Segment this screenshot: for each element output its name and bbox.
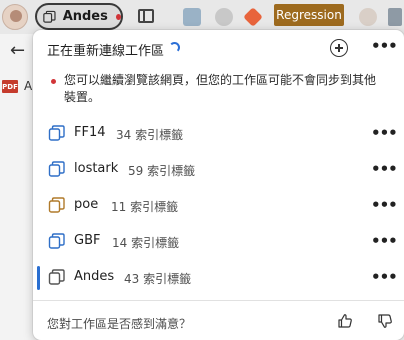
workspace-name: lostark — [74, 161, 119, 176]
selected-indicator — [37, 266, 40, 290]
loading-spinner-icon — [169, 42, 180, 53]
tab-actions-icon[interactable] — [138, 9, 154, 23]
workspace-more-button[interactable]: ••• — [371, 197, 398, 213]
workspace-tab-count: 14 索引標籤 — [112, 236, 180, 250]
workspace-row-gbf[interactable]: GBF 14 索引標籤 ••• — [33, 224, 404, 258]
sync-warning-dot — [115, 13, 121, 20]
warning-dot-icon — [51, 79, 56, 84]
workspaces-button[interactable]: Andes — [35, 3, 123, 30]
workspace-name: poe — [74, 197, 99, 212]
add-workspace-button[interactable] — [330, 39, 348, 57]
pdf-icon: PDF — [2, 80, 18, 93]
popup-more-options-button[interactable]: ••• — [371, 38, 398, 54]
popup-header: 正在重新連線工作區 ••• — [33, 30, 404, 68]
workspace-more-button[interactable]: ••• — [371, 233, 398, 249]
back-arrow-icon[interactable]: ← — [10, 40, 25, 61]
workspace-name: FF14 — [74, 125, 106, 140]
workspaces-icon — [43, 10, 56, 23]
workspace-name: GBF — [74, 233, 101, 248]
workspace-icon — [48, 269, 65, 285]
workspace-row-andes[interactable]: Andes 43 索引標籤 ••• — [33, 260, 404, 294]
bookmark-favicon-2[interactable] — [215, 8, 233, 26]
workspace-tab-count: 43 索引標籤 — [124, 272, 192, 286]
popup-title: 正在重新連線工作區 — [47, 44, 165, 59]
workspace-more-button[interactable]: ••• — [371, 161, 398, 177]
workspace-tab-count: 59 索引標籤 — [128, 164, 196, 178]
workspace-icon — [48, 161, 65, 177]
workspace-more-button[interactable]: ••• — [371, 125, 398, 141]
workspace-icon — [48, 233, 65, 249]
feedback-question: 您對工作區是否感到滿意？ — [47, 317, 192, 331]
sync-warning-text: 您可以繼續瀏覽該網頁，但您的工作區可能不會同步到其他裝置。 — [64, 73, 377, 104]
thumbs-up-icon[interactable] — [337, 313, 353, 329]
footer-divider — [33, 300, 404, 301]
workspace-name: Andes — [74, 269, 115, 284]
bookmark-favicon-4[interactable] — [359, 8, 377, 26]
workspaces-popup: 正在重新連線工作區 ••• 您可以繼續瀏覽該網頁，但您的工作區可能不會同步到其他… — [33, 30, 404, 340]
workspace-icon — [48, 125, 65, 141]
workspace-more-button[interactable]: ••• — [371, 269, 398, 285]
thumbs-down-icon[interactable] — [377, 313, 393, 329]
workspace-tab-count: 11 索引標籤 — [111, 200, 179, 214]
background-tab-title: A — [24, 79, 33, 93]
profile-avatar[interactable] — [2, 4, 28, 30]
bookmark-favicon-1[interactable] — [183, 8, 201, 26]
bookmark-regression[interactable]: Regression — [274, 4, 344, 26]
workspace-row-poe[interactable]: poe 11 索引標籤 ••• — [33, 188, 404, 222]
workspace-tab-count: 34 索引標籤 — [116, 128, 184, 142]
workspace-icon — [48, 197, 65, 213]
bookmark-favicon-5[interactable] — [388, 8, 402, 26]
workspace-row-ff14[interactable]: FF14 34 索引標籤 ••• — [33, 116, 404, 150]
workspace-row-lostark[interactable]: lostark 59 索引標籤 ••• — [33, 152, 404, 186]
workspace-pill-label: Andes — [62, 9, 108, 24]
